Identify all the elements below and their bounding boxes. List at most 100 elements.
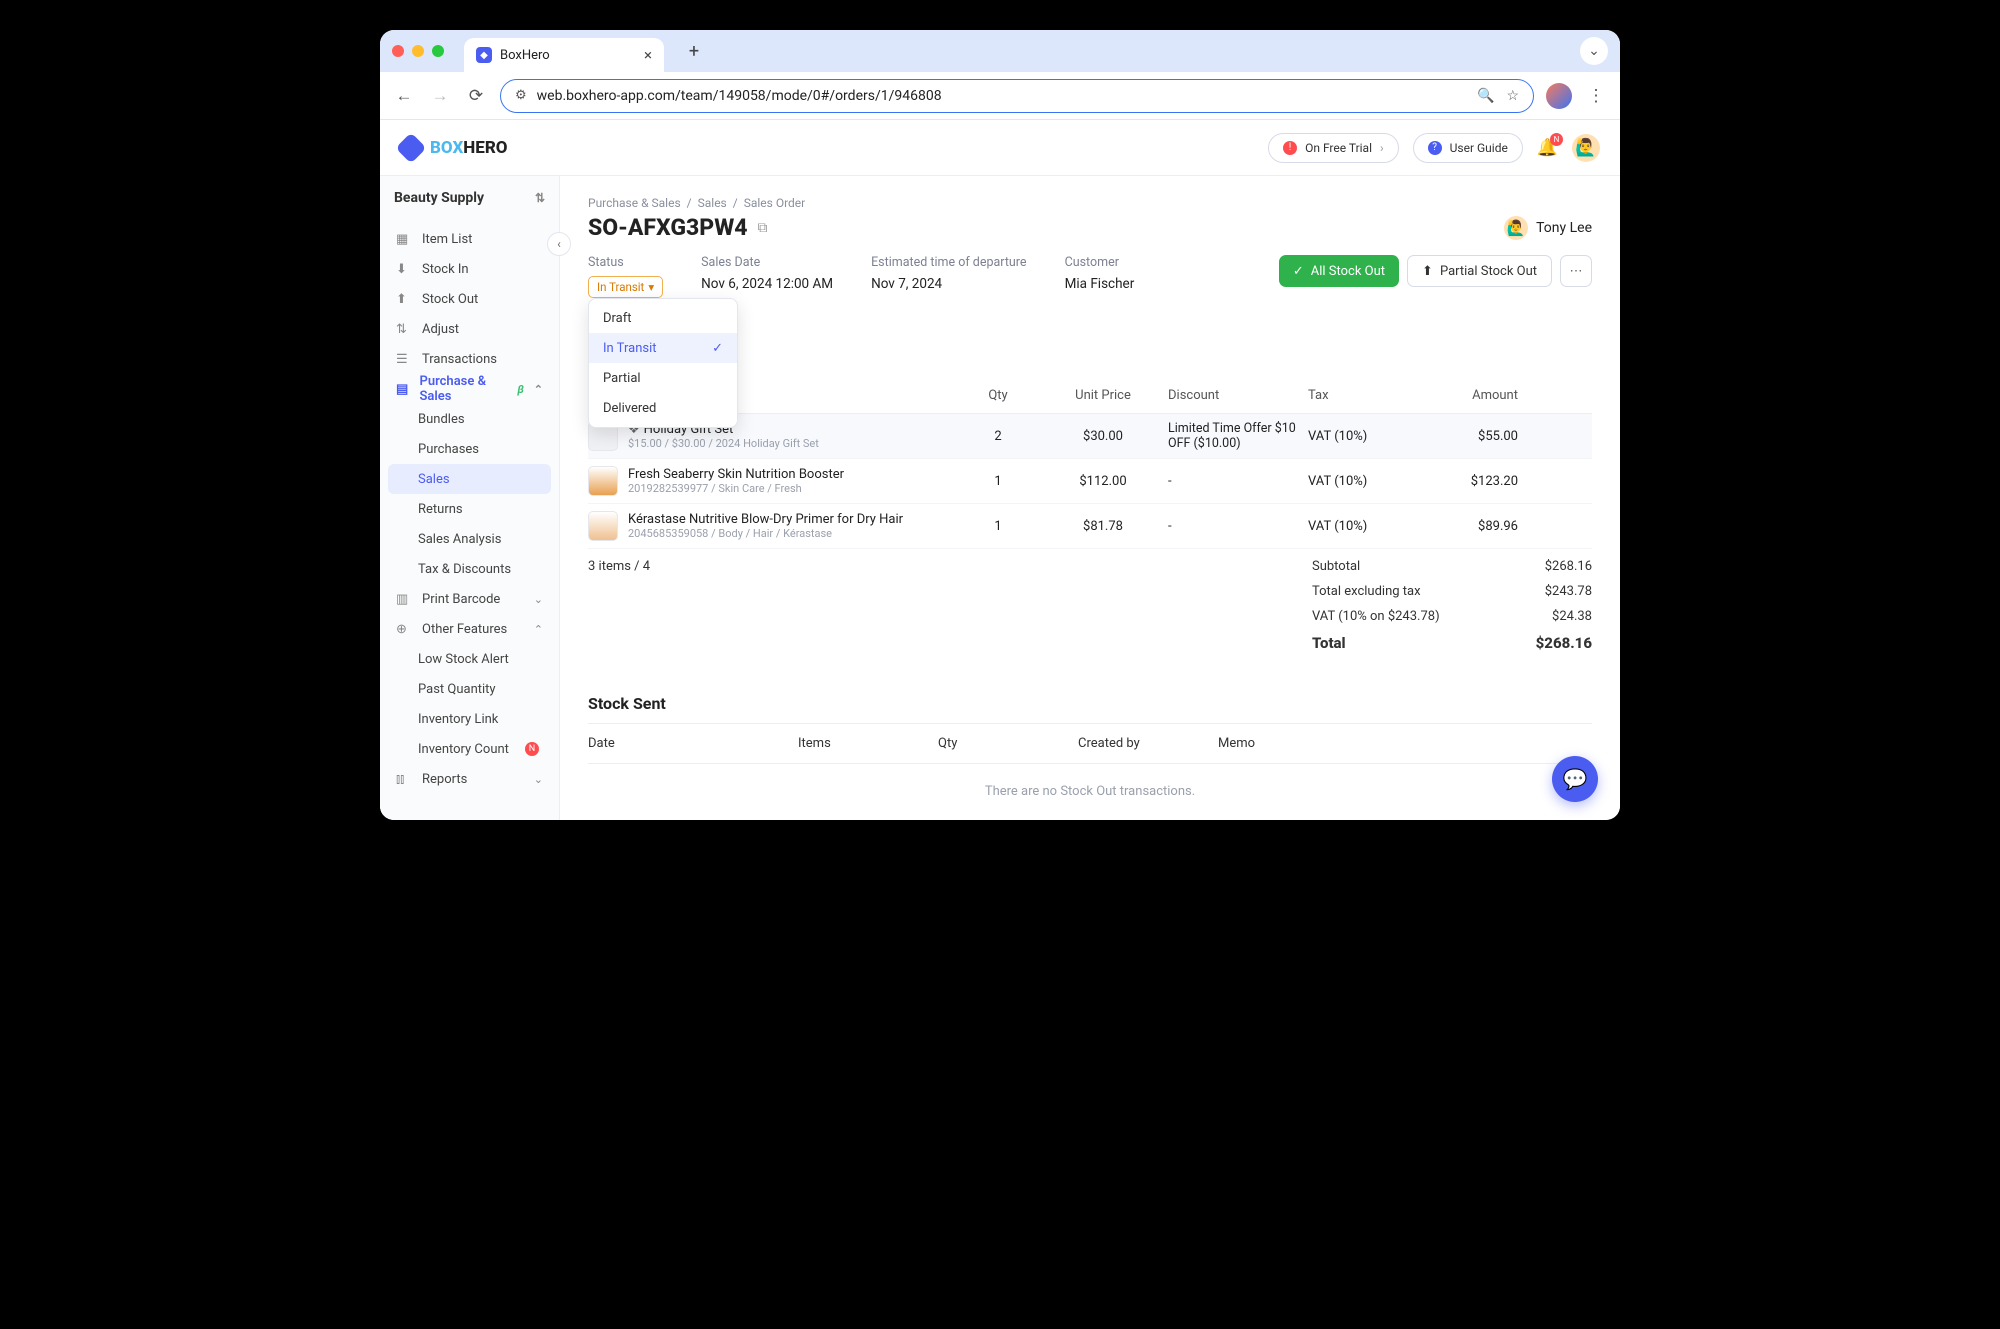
nav-stock-in[interactable]: ⬇Stock In — [388, 254, 551, 284]
nav-returns[interactable]: Returns — [388, 494, 551, 524]
owner-name: Tony Lee — [1536, 220, 1592, 236]
nav-other-features[interactable]: ⊕Other Features⌃ — [388, 614, 551, 644]
crumb[interactable]: Sales Order — [744, 196, 806, 210]
chat-bubble-button[interactable]: 💬 — [1552, 756, 1598, 802]
nav-purchase-sales[interactable]: ▤Purchase & Salesβ⌃ — [388, 374, 551, 404]
stock-sent-heading: Stock Sent — [588, 694, 1592, 713]
col-tax: Tax — [1308, 388, 1418, 403]
browser-window: ◆ BoxHero × + ⌄ ← → ⟳ ⚙ web.boxhero-app.… — [380, 30, 1620, 820]
user-guide-button[interactable]: ? User Guide — [1413, 133, 1523, 163]
status-dropdown-trigger[interactable]: In Transit ▾ — [588, 276, 663, 298]
stock-sent-empty: There are no Stock Out transactions. — [588, 764, 1592, 819]
nav-tax-discounts[interactable]: Tax & Discounts — [388, 554, 551, 584]
logo-text: BOXHERO — [430, 138, 508, 158]
nav-inventory-count[interactable]: Inventory CountN — [388, 734, 551, 764]
col-discount: Discount — [1168, 388, 1308, 403]
nav-bundles[interactable]: Bundles — [388, 404, 551, 434]
item-thumbnail — [588, 511, 618, 541]
app-header: BOXHERO ! On Free Trial › ? User Guide 🔔… — [380, 120, 1620, 176]
new-tab-button[interactable]: + — [680, 37, 708, 65]
download-icon: ⬇ — [396, 262, 412, 277]
forward-button[interactable]: → — [428, 84, 452, 108]
nav-purchases[interactable]: Purchases — [388, 434, 551, 464]
status-label: Status — [588, 255, 663, 270]
status-option-partial[interactable]: Partial — [589, 363, 737, 393]
trial-button[interactable]: ! On Free Trial › — [1268, 133, 1399, 163]
chevron-down-icon: ⌄ — [534, 773, 543, 786]
bookmark-icon[interactable]: ☆ — [1506, 88, 1519, 104]
etd-value: Nov 7, 2024 — [871, 276, 1026, 292]
status-option-delivered[interactable]: Delivered — [589, 393, 737, 423]
chevron-right-icon: › — [1380, 141, 1384, 155]
col-qty: Qty — [958, 388, 1038, 403]
notifications-button[interactable]: 🔔N — [1537, 138, 1558, 158]
copy-icon[interactable]: ⧉ — [758, 220, 768, 236]
order-owner: 🙋‍♂️ Tony Lee — [1504, 216, 1592, 240]
stock-sent-header: Date Items Qty Created by Memo — [588, 723, 1592, 764]
owner-avatar: 🙋‍♂️ — [1504, 216, 1528, 240]
order-summary: Subtotal$268.16 Total excluding tax$243.… — [1312, 559, 1592, 652]
item-count: 3 items / 4 — [588, 559, 650, 652]
app-root: BOXHERO ! On Free Trial › ? User Guide 🔔… — [380, 120, 1620, 820]
page-title: SO-AFXG3PW4 — [588, 214, 748, 241]
zoom-icon[interactable]: 🔍 — [1477, 88, 1494, 104]
workspace-selector[interactable]: Beauty Supply ⇅ — [380, 176, 559, 220]
items-table-header: Qty Unit Price Discount Tax Amount — [588, 378, 1592, 414]
logo-mark-icon — [395, 132, 426, 163]
nav-stock-out[interactable]: ⬆Stock Out — [388, 284, 551, 314]
table-row[interactable]: ❖Holiday Gift Set $15.00 / $30.00 / 2024… — [588, 414, 1592, 459]
barcode-icon: ▥ — [396, 592, 412, 607]
crumb[interactable]: Sales — [698, 196, 727, 210]
table-row[interactable]: Fresh Seaberry Skin Nutrition Booster 20… — [588, 459, 1592, 504]
app-logo[interactable]: BOXHERO — [400, 137, 508, 159]
nav-adjust[interactable]: ⇅Adjust — [388, 314, 551, 344]
nav-low-stock[interactable]: Low Stock Alert — [388, 644, 551, 674]
user-avatar[interactable]: 🙋‍♂️ — [1572, 134, 1600, 162]
browser-profile-avatar[interactable] — [1546, 83, 1572, 109]
plus-circle-icon: ⊕ — [396, 622, 412, 637]
receipt-icon: ▤ — [396, 382, 410, 397]
check-icon: ✓ — [712, 341, 723, 356]
all-stock-out-button[interactable]: ✓All Stock Out — [1279, 255, 1399, 287]
main-content: Purchase & Sales/ Sales/ Sales Order SO-… — [560, 176, 1620, 820]
crumb[interactable]: Purchase & Sales — [588, 196, 681, 210]
status-option-in-transit[interactable]: In Transit✓ — [589, 333, 737, 363]
breadcrumb: Purchase & Sales/ Sales/ Sales Order — [588, 196, 1592, 210]
partial-stock-out-button[interactable]: ⬆Partial Stock Out — [1407, 255, 1552, 287]
minimize-window-button[interactable] — [412, 45, 424, 57]
table-row[interactable]: Kérastase Nutritive Blow-Dry Primer for … — [588, 504, 1592, 549]
status-option-draft[interactable]: Draft — [589, 303, 737, 333]
nav-sales-analysis[interactable]: Sales Analysis — [388, 524, 551, 554]
nav-past-quantity[interactable]: Past Quantity — [388, 674, 551, 704]
sales-date-label: Sales Date — [701, 255, 833, 270]
nav-reports[interactable]: ⫾⫾Reports⌄ — [388, 764, 551, 794]
nav-sales[interactable]: Sales — [388, 464, 551, 494]
help-icon: ? — [1428, 141, 1442, 155]
back-button[interactable]: ← — [392, 84, 416, 108]
sidebar-nav: ▦Item List ⬇Stock In ⬆Stock Out ⇅Adjust … — [380, 220, 559, 820]
sidebar: ‹ Beauty Supply ⇅ ▦Item List ⬇Stock In ⬆… — [380, 176, 560, 820]
more-actions-button[interactable]: ⋯ — [1560, 255, 1592, 287]
nav-print-barcode[interactable]: ▥Print Barcode⌄ — [388, 584, 551, 614]
reload-button[interactable]: ⟳ — [464, 84, 488, 108]
maximize-window-button[interactable] — [432, 45, 444, 57]
close-window-button[interactable] — [392, 45, 404, 57]
chevron-up-icon: ⌃ — [534, 623, 543, 636]
browser-menu-button[interactable]: ⋮ — [1584, 84, 1608, 108]
order-meta: Status In Transit ▾ Sales Date Nov 6, 20… — [588, 255, 1592, 298]
beta-badge: β — [517, 383, 523, 396]
url-text: web.boxhero-app.com/team/149058/mode/0#/… — [537, 88, 942, 104]
tab-overflow-button[interactable]: ⌄ — [1580, 37, 1608, 65]
address-bar[interactable]: ⚙ web.boxhero-app.com/team/149058/mode/0… — [500, 79, 1534, 113]
browser-tabbar: ◆ BoxHero × + ⌄ — [380, 30, 1620, 72]
nav-item-list[interactable]: ▦Item List — [388, 224, 551, 254]
browser-tab[interactable]: ◆ BoxHero × — [464, 38, 664, 72]
site-settings-icon[interactable]: ⚙ — [515, 88, 527, 103]
nav-transactions[interactable]: ☰Transactions — [388, 344, 551, 374]
new-badge: N — [525, 742, 539, 756]
window-controls — [392, 45, 444, 57]
favicon-icon: ◆ — [476, 47, 492, 63]
nav-inventory-link[interactable]: Inventory Link — [388, 704, 551, 734]
close-tab-button[interactable]: × — [644, 46, 652, 64]
list-icon: ☰ — [396, 352, 412, 367]
